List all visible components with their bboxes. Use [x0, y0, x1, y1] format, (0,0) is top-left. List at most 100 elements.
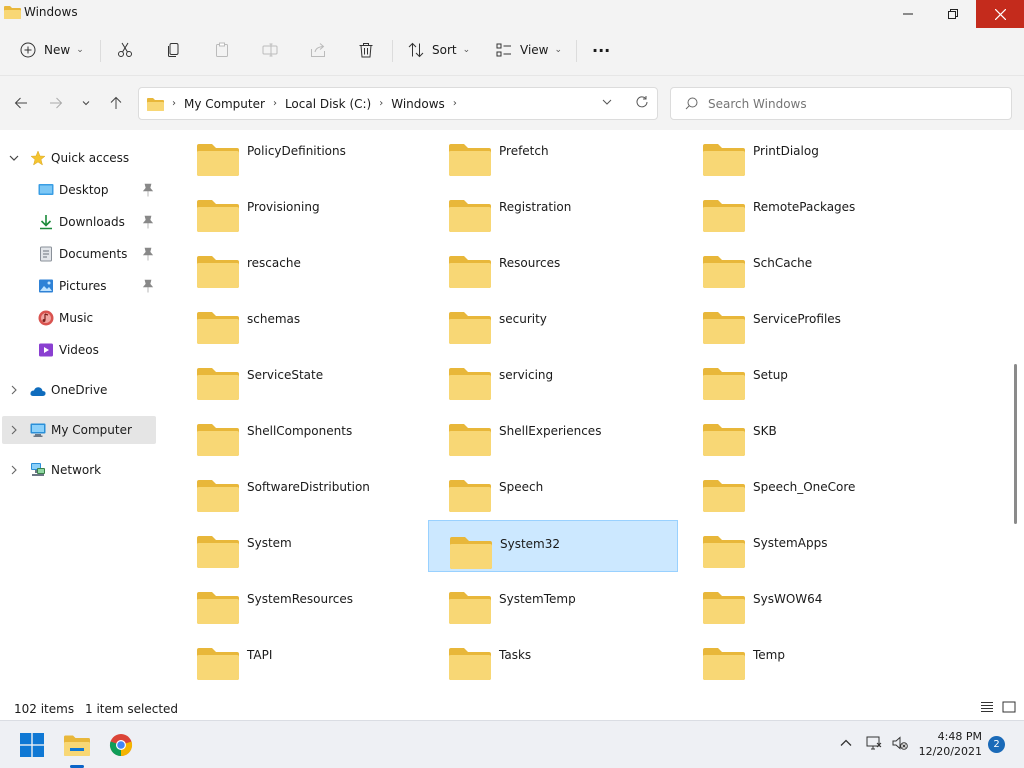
chevron-right-icon[interactable]: › — [379, 98, 383, 109]
folder-item[interactable]: SystemResources — [176, 576, 426, 628]
recent-locations-button[interactable] — [76, 93, 96, 113]
folder-item[interactable]: rescache — [176, 240, 426, 292]
chevron-down-icon[interactable] — [8, 152, 20, 164]
chevron-down-icon[interactable] — [601, 96, 613, 108]
download-icon — [40, 215, 52, 230]
folder-item[interactable]: Prefetch — [428, 130, 678, 180]
cut-button[interactable] — [117, 28, 133, 72]
folder-item[interactable]: RemotePackages — [682, 184, 932, 236]
sidebar-item-videos[interactable]: Videos — [2, 336, 156, 364]
sidebar-item-quick-access[interactable]: Quick access — [2, 144, 156, 172]
folder-item[interactable]: servicing — [428, 352, 678, 404]
breadcrumb-windows[interactable]: Windows — [391, 97, 445, 111]
folder-icon — [703, 144, 745, 176]
delete-button[interactable] — [358, 28, 374, 72]
minimize-button[interactable] — [885, 0, 931, 28]
details-view-icon[interactable] — [980, 700, 994, 714]
new-button[interactable]: New ⌄ — [20, 28, 84, 72]
chevron-right-icon[interactable] — [8, 464, 20, 476]
up-button[interactable] — [106, 93, 126, 113]
folder-item[interactable]: Resources — [428, 240, 678, 292]
folder-item[interactable]: ServiceState — [176, 352, 426, 404]
folder-item[interactable]: Setup — [682, 352, 932, 404]
folder-name: TAPI — [247, 648, 273, 662]
paste-button[interactable] — [214, 28, 230, 72]
folder-item[interactable]: System — [176, 520, 426, 572]
address-bar[interactable]: › My Computer › Local Disk (C:) › Window… — [138, 87, 658, 120]
folder-item[interactable]: SystemApps — [682, 520, 932, 572]
folder-item[interactable]: Temp — [682, 632, 932, 684]
restore-button[interactable] — [930, 0, 976, 28]
sidebar-item-downloads[interactable]: Downloads — [2, 208, 156, 236]
share-button[interactable] — [310, 28, 326, 72]
folder-item[interactable]: SystemTemp — [428, 576, 678, 628]
chrome-taskbar-button[interactable] — [107, 731, 135, 759]
sidebar-item-pictures[interactable]: Pictures — [2, 272, 156, 300]
folder-item[interactable]: System32 — [428, 520, 678, 572]
close-icon — [994, 8, 1006, 20]
notification-badge[interactable]: 2 — [988, 736, 1005, 753]
folder-item[interactable]: Tasks — [428, 632, 678, 684]
folder-item[interactable]: PrintDialog — [682, 130, 932, 180]
item-count: 102 items — [14, 702, 75, 716]
folder-item[interactable]: security — [428, 296, 678, 348]
sidebar-item-my-computer[interactable]: My Computer — [2, 416, 156, 444]
rename-button[interactable] — [262, 28, 278, 72]
taskbar: 4:48 PM 12/20/2021 2 — [0, 720, 1024, 768]
command-bar: New ⌄ Sort ⌄ View ⌄ ··· — [0, 28, 1024, 76]
sidebar-item-music[interactable]: Music — [2, 304, 156, 332]
folder-item[interactable]: PolicyDefinitions — [176, 130, 426, 180]
clock-time: 4:48 PM — [937, 730, 982, 743]
folder-name: SysWOW64 — [753, 592, 823, 606]
start-button[interactable] — [18, 731, 46, 759]
folder-item[interactable]: ServiceProfiles — [682, 296, 932, 348]
sidebar-item-desktop[interactable]: Desktop — [2, 176, 156, 204]
search-box[interactable] — [670, 87, 1012, 120]
sidebar-item-label: Videos — [59, 343, 99, 357]
file-explorer-taskbar-button[interactable] — [63, 731, 91, 759]
folder-item[interactable]: Speech_OneCore — [682, 464, 932, 516]
folder-item[interactable]: Provisioning — [176, 184, 426, 236]
folder-name: Speech_OneCore — [753, 480, 856, 494]
chevron-up-icon[interactable] — [838, 735, 854, 751]
chevron-right-icon[interactable]: › — [273, 98, 277, 109]
folder-icon — [197, 200, 239, 232]
sidebar-item-label: Documents — [59, 247, 128, 261]
chevron-right-icon[interactable]: › — [453, 98, 457, 109]
breadcrumb-local-disk[interactable]: Local Disk (C:) — [285, 97, 371, 111]
search-input[interactable] — [706, 95, 1006, 112]
folder-name: ServiceProfiles — [753, 312, 841, 326]
close-button[interactable] — [976, 0, 1024, 28]
folder-item[interactable]: schemas — [176, 296, 426, 348]
folder-item[interactable]: SysWOW64 — [682, 576, 932, 628]
vertical-scrollbar[interactable] — [1014, 364, 1017, 524]
sidebar-item-network[interactable]: Network — [2, 456, 156, 484]
copy-button[interactable] — [166, 28, 182, 72]
sidebar-item-onedrive[interactable]: OneDrive — [2, 376, 156, 404]
folder-item[interactable]: SKB — [682, 408, 932, 460]
folder-item[interactable]: TAPI — [176, 632, 426, 684]
folder-item[interactable]: ShellExperiences — [428, 408, 678, 460]
sort-button[interactable]: Sort ⌄ — [408, 28, 470, 72]
tiles-view-icon[interactable] — [1002, 700, 1016, 714]
view-button[interactable]: View ⌄ — [496, 28, 562, 72]
breadcrumb-my-computer[interactable]: My Computer — [184, 97, 265, 111]
chevron-right-icon[interactable] — [8, 424, 20, 436]
more-options-button[interactable]: ··· — [592, 28, 610, 72]
speaker-muted-icon[interactable] — [892, 735, 908, 751]
folder-icon — [197, 480, 239, 512]
back-button[interactable] — [11, 93, 31, 113]
forward-button[interactable] — [46, 93, 66, 113]
folder-item[interactable]: Registration — [428, 184, 678, 236]
folder-item[interactable]: ShellComponents — [176, 408, 426, 460]
system-clock[interactable]: 4:48 PM 12/20/2021 — [918, 729, 982, 759]
folder-icon — [449, 312, 491, 344]
network-status-icon[interactable] — [866, 735, 882, 751]
chevron-right-icon[interactable] — [8, 384, 20, 396]
refresh-icon[interactable] — [635, 95, 649, 109]
folder-item[interactable]: Speech — [428, 464, 678, 516]
folder-item[interactable]: SchCache — [682, 240, 932, 292]
sidebar-item-documents[interactable]: Documents — [2, 240, 156, 268]
windows-logo-icon — [20, 733, 44, 757]
folder-item[interactable]: SoftwareDistribution — [176, 464, 426, 516]
